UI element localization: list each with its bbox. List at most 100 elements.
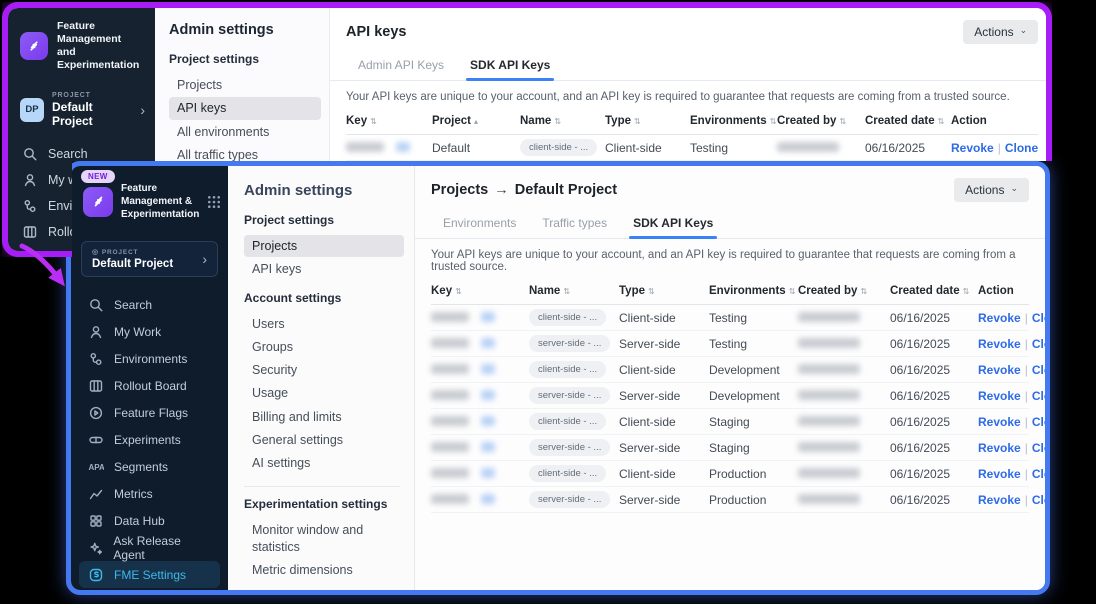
sidebar-item-data-hub[interactable]: Data Hub bbox=[79, 507, 220, 534]
sort-icon[interactable] bbox=[860, 287, 867, 296]
clone-link[interactable]: Clone bbox=[1032, 415, 1045, 429]
admin-item-general-settings[interactable]: General settings bbox=[244, 429, 404, 451]
sort-icon[interactable] bbox=[839, 117, 846, 126]
created-by-redacted bbox=[777, 141, 865, 155]
front-window: NEW Feature Management & Experimentation… bbox=[66, 161, 1050, 595]
table-row: client-side - ... Client-side Developmen… bbox=[431, 357, 1029, 383]
page-background: Feature Management and Experimentation D… bbox=[0, 0, 1096, 604]
sidebar-item-metrics[interactable]: Metrics bbox=[79, 480, 220, 507]
brand: Feature Management and Experimentation bbox=[8, 8, 155, 83]
clone-link[interactable]: Clone bbox=[1032, 467, 1045, 481]
actions-button[interactable]: Actions bbox=[963, 20, 1038, 44]
tab-environments[interactable]: Environments bbox=[443, 216, 516, 238]
sort-icon[interactable] bbox=[455, 287, 462, 296]
key-name-pill: client-side - ... bbox=[529, 413, 606, 430]
sidebar-item-feature-flags[interactable]: Feature Flags bbox=[79, 399, 220, 426]
revoke-link[interactable]: Revoke bbox=[978, 441, 1021, 455]
revoke-link[interactable]: Revoke bbox=[978, 363, 1021, 377]
sort-icon[interactable] bbox=[648, 287, 655, 296]
sort-icon[interactable] bbox=[938, 117, 945, 126]
clone-link[interactable]: Clone bbox=[1005, 141, 1038, 155]
key-redacted bbox=[346, 141, 432, 155]
key-name-pill: server-side - ... bbox=[529, 439, 610, 456]
clone-link[interactable]: Clone bbox=[1032, 389, 1045, 403]
front-main-content: Projects→Default Project Actions Environ… bbox=[415, 166, 1045, 590]
app-launcher-icon[interactable] bbox=[207, 195, 221, 209]
key-redacted bbox=[431, 389, 529, 403]
segments-icon: APA bbox=[88, 459, 104, 475]
admin-item-groups[interactable]: Groups bbox=[244, 336, 404, 358]
admin-item-api-keys[interactable]: API keys bbox=[169, 97, 321, 119]
admin-item-billing-and-limits[interactable]: Billing and limits bbox=[244, 406, 404, 428]
sidebar-item-search[interactable]: Search bbox=[79, 291, 220, 318]
revoke-link[interactable]: Revoke bbox=[978, 493, 1021, 507]
key-name-pill: client-side - ... bbox=[529, 465, 606, 482]
sidebar-item-experiments[interactable]: Experiments bbox=[79, 426, 220, 453]
sort-icon[interactable] bbox=[963, 287, 970, 296]
sort-icon[interactable] bbox=[554, 117, 561, 126]
section-heading: Project settings bbox=[169, 52, 321, 66]
table-row: server-side - ... Server-side Production… bbox=[431, 487, 1029, 513]
key-redacted bbox=[431, 493, 529, 507]
admin-item-projects[interactable]: Projects bbox=[244, 235, 404, 257]
project-icon bbox=[92, 248, 99, 256]
tab-admin-api-keys[interactable]: Admin API Keys bbox=[358, 58, 444, 80]
admin-item-metric-dimensions[interactable]: Metric dimensions bbox=[244, 559, 404, 581]
admin-item-monitor-window[interactable]: Monitor window and statistics bbox=[244, 519, 404, 558]
clone-link[interactable]: Clone bbox=[1032, 337, 1045, 351]
clone-link[interactable]: Clone bbox=[1032, 493, 1045, 507]
search-icon bbox=[22, 146, 38, 162]
project-selector[interactable]: DP PROJECT Default Project bbox=[8, 83, 155, 137]
clone-link[interactable]: Clone bbox=[1032, 311, 1045, 325]
sidebar-item-ask-release-agent[interactable]: Ask Release Agent bbox=[79, 534, 220, 561]
revoke-link[interactable]: Revoke bbox=[978, 337, 1021, 351]
admin-item-users[interactable]: Users bbox=[244, 313, 404, 335]
tab-sdk-api-keys[interactable]: SDK API Keys bbox=[470, 58, 550, 80]
admin-item-usage[interactable]: Usage bbox=[244, 382, 404, 404]
tab-bar: Environments Traffic types SDK API Keys bbox=[415, 208, 1045, 239]
table-row: server-side - ... Server-side Testing 06… bbox=[431, 331, 1029, 357]
environments-icon bbox=[22, 198, 38, 214]
tab-sdk-api-keys[interactable]: SDK API Keys bbox=[633, 216, 713, 238]
revoke-link[interactable]: Revoke bbox=[951, 141, 994, 155]
admin-item-all-environments[interactable]: All environments bbox=[169, 121, 321, 143]
sort-icon[interactable] bbox=[770, 117, 777, 126]
sidebar-item-fme-settings[interactable]: FME Settings bbox=[79, 561, 220, 588]
sdk-api-keys-table: Key Name Type Environments Created by Cr… bbox=[415, 281, 1045, 513]
chevron-right-icon bbox=[202, 252, 207, 266]
sort-icon[interactable] bbox=[563, 287, 570, 296]
admin-item-ai-settings[interactable]: AI settings bbox=[244, 452, 404, 474]
actions-button[interactable]: Actions bbox=[954, 178, 1029, 202]
sidebar-item-environments[interactable]: Environments bbox=[79, 345, 220, 372]
front-sidebar-nav: Search My Work Environments Rollout Boar… bbox=[71, 291, 228, 588]
table-row: client-side - ... Client-side Testing 06… bbox=[431, 305, 1029, 331]
revoke-link[interactable]: Revoke bbox=[978, 311, 1021, 325]
my-work-icon bbox=[88, 324, 104, 340]
sort-icon[interactable] bbox=[474, 117, 478, 126]
tab-traffic-types[interactable]: Traffic types bbox=[542, 216, 607, 238]
chevron-down-icon bbox=[1020, 28, 1028, 37]
revoke-link[interactable]: Revoke bbox=[978, 389, 1021, 403]
revoke-link[interactable]: Revoke bbox=[978, 467, 1021, 481]
admin-item-security[interactable]: Security bbox=[244, 359, 404, 381]
sort-icon[interactable] bbox=[789, 287, 796, 296]
sidebar-item-segments[interactable]: APA Segments bbox=[79, 453, 220, 480]
sidebar-item-my-work[interactable]: My Work bbox=[79, 318, 220, 345]
project-selector[interactable]: PROJECT Default Project bbox=[81, 241, 218, 277]
created-by-redacted bbox=[798, 415, 890, 429]
sidebar-item-rollout-board[interactable]: Rollout Board bbox=[79, 372, 220, 399]
admin-item-projects[interactable]: Projects bbox=[169, 74, 321, 96]
page-title: API keys bbox=[346, 24, 406, 40]
revoke-link[interactable]: Revoke bbox=[978, 415, 1021, 429]
table-row: client-side - ... Client-side Staging 06… bbox=[431, 409, 1029, 435]
sort-icon[interactable] bbox=[634, 117, 641, 126]
admin-item-api-keys[interactable]: API keys bbox=[244, 258, 404, 280]
clone-link[interactable]: Clone bbox=[1032, 363, 1045, 377]
clone-link[interactable]: Clone bbox=[1032, 441, 1045, 455]
key-redacted bbox=[431, 337, 529, 351]
key-redacted bbox=[431, 363, 529, 377]
sort-icon[interactable] bbox=[370, 117, 377, 126]
admin-settings-title: Admin settings bbox=[244, 182, 404, 199]
sidebar-bottom-panel bbox=[79, 594, 220, 595]
key-name-pill: server-side - ... bbox=[529, 335, 610, 352]
